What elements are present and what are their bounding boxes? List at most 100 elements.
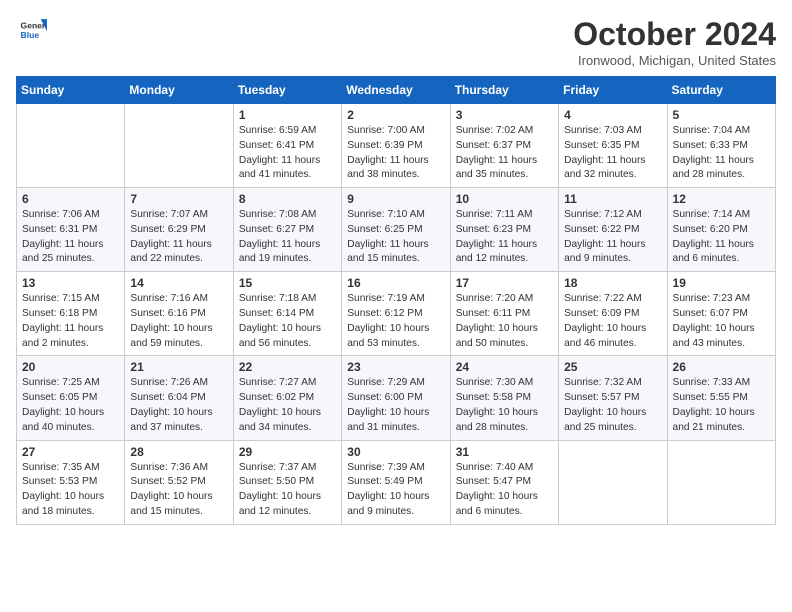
daylight: Daylight: 10 hours and 28 minutes. (456, 407, 538, 433)
calendar-week-1: 1Sunrise: 6:59 AMSunset: 6:41 PMDaylight… (17, 104, 776, 188)
daylight: Daylight: 10 hours and 53 minutes. (347, 323, 429, 349)
day-number: 21 (130, 360, 227, 374)
calendar-cell: 13 Sunrise: 7:15 AMSunset: 6:18 PMDayligh… (17, 272, 125, 356)
sunrise: Sunrise: 7:26 AM (130, 377, 208, 388)
calendar-cell: 25Sunrise: 7:32 AMSunset: 5:57 PMDayligh… (559, 356, 667, 440)
day-number: 26 (673, 360, 770, 374)
sunrise: Sunrise: 7:39 AM (347, 462, 425, 473)
calendar-cell: 10Sunrise: 7:11 AMSunset: 6:23 PMDayligh… (450, 188, 558, 272)
day-info: Sunrise: 7:35 AMSunset: 5:53 PMDaylight:… (22, 461, 119, 520)
weekday-tuesday: Tuesday (233, 77, 341, 104)
daylight: Daylight: 11 hours and 12 minutes. (456, 239, 537, 265)
calendar-cell: 2Sunrise: 7:00 AMSunset: 6:39 PMDaylight… (342, 104, 450, 188)
calendar-cell: 31Sunrise: 7:40 AMSunset: 5:47 PMDayligh… (450, 440, 558, 524)
day-number: 13 (22, 276, 119, 290)
sunrise: Sunrise: 7:29 AM (347, 377, 425, 388)
calendar-cell: 9Sunrise: 7:10 AMSunset: 6:25 PMDaylight… (342, 188, 450, 272)
sunrise: Sunrise: 7:11 AM (456, 209, 533, 220)
calendar-week-3: 13 Sunrise: 7:15 AMSunset: 6:18 PMDayligh… (17, 272, 776, 356)
daylight: Daylight: 11 hours and 25 minutes. (22, 239, 103, 265)
sunrise: Sunrise: 6:59 AM (239, 125, 317, 136)
weekday-thursday: Thursday (450, 77, 558, 104)
sunrise: Sunrise: 7:32 AM (564, 377, 642, 388)
sunset: Sunset: 6:22 PM (564, 224, 639, 235)
day-info: Sunrise: 7:18 AMSunset: 6:14 PMDaylight:… (239, 292, 336, 351)
day-info: Sunrise: 7:39 AMSunset: 5:49 PMDaylight:… (347, 461, 444, 520)
calendar-cell: 27Sunrise: 7:35 AMSunset: 5:53 PMDayligh… (17, 440, 125, 524)
weekday-sunday: Sunday (17, 77, 125, 104)
day-number: 16 (347, 276, 444, 290)
day-info: Sunrise: 7:30 AM Sunset: 5:58 PM Daylight:… (456, 376, 553, 435)
sunset: Sunset: 6:05 PM (22, 392, 97, 403)
day-info: Sunrise: 7:33 AMSunset: 5:55 PMDaylight:… (673, 376, 770, 435)
sunrise: Sunrise: 7:10 AM (347, 209, 425, 220)
day-number: 3 (456, 108, 553, 122)
day-number: 6 (22, 192, 119, 206)
day-number: 22 (239, 360, 336, 374)
day-info: Sunrise: 7:16 AMSunset: 6:16 PMDaylight:… (130, 292, 227, 351)
sunrise: Sunrise: 7:07 AM (130, 209, 208, 220)
daylight: Daylight: 10 hours and 43 minutes. (673, 323, 755, 349)
sunset: Sunset: 6:02 PM (239, 392, 314, 403)
sunset: Sunset: 6:11 PM (456, 308, 531, 319)
calendar-cell: 19 Sunrise: 7:23 AMSunset: 6:07 PMDayligh… (667, 272, 775, 356)
weekday-friday: Friday (559, 77, 667, 104)
sunrise: Sunrise: 7:36 AM (130, 462, 208, 473)
location: Ironwood, Michigan, United States (573, 53, 776, 68)
daylight: Daylight: 11 hours and 2 minutes. (22, 323, 103, 349)
day-info: Sunrise: 7:02 AMSunset: 6:37 PMDaylight:… (456, 124, 553, 183)
day-info: Sunrise: 7:20 AMSunset: 6:11 PMDaylight:… (456, 292, 553, 351)
calendar-cell: 22 Sunrise: 7:27 AM Sunset: 6:02 PM Dayligh… (233, 356, 341, 440)
sunset: Sunset: 6:41 PM (239, 140, 314, 151)
calendar-cell: 17Sunrise: 7:20 AMSunset: 6:11 PMDayligh… (450, 272, 558, 356)
calendar-cell (17, 104, 125, 188)
calendar-cell: 16 Sunrise: 7:19 AMSunset: 6:12 PMDayligh… (342, 272, 450, 356)
sunset: Sunset: 5:58 PM (456, 392, 531, 403)
logo-icon: General Blue (19, 16, 47, 44)
header: General Blue October 2024 Ironwood, Mich… (16, 16, 776, 68)
day-number: 17 (456, 276, 553, 290)
weekday-header-row: SundayMondayTuesdayWednesdayThursdayFrid… (17, 77, 776, 104)
sunrise: Sunrise: 7:19 AM (347, 293, 425, 304)
sunrise: Sunrise: 7:20 AM (456, 293, 534, 304)
day-info: Sunrise: 7:14 AMSunset: 6:20 PMDaylight:… (673, 208, 770, 267)
daylight: Daylight: 11 hours and 6 minutes. (673, 239, 754, 265)
calendar-cell: 18Sunrise: 7:22 AMSunset: 6:09 PMDayligh… (559, 272, 667, 356)
day-number: 19 (673, 276, 770, 290)
daylight: Daylight: 10 hours and 59 minutes. (130, 323, 212, 349)
sunrise: Sunrise: 7:00 AM (347, 125, 425, 136)
sunrise: Sunrise: 7:06 AM (22, 209, 100, 220)
day-number: 12 (673, 192, 770, 206)
daylight: Daylight: 11 hours and 28 minutes. (673, 155, 754, 181)
day-info: Sunrise: 6:59 AMSunset: 6:41 PMDaylight:… (239, 124, 336, 183)
calendar-cell: 4 Sunrise: 7:03 AMSunset: 6:35 PMDaylight… (559, 104, 667, 188)
daylight: Daylight: 10 hours and 34 minutes. (239, 407, 321, 433)
day-info: Sunrise: 7:15 AMSunset: 6:18 PMDaylight:… (22, 292, 119, 351)
sunrise: Sunrise: 7:30 AM (456, 377, 534, 388)
day-info: Sunrise: 7:00 AMSunset: 6:39 PMDaylight:… (347, 124, 444, 183)
daylight: Daylight: 11 hours and 15 minutes. (347, 239, 428, 265)
day-number: 27 (22, 445, 119, 459)
day-number: 8 (239, 192, 336, 206)
sunrise: Sunrise: 7:08 AM (239, 209, 317, 220)
sunset: Sunset: 6:35 PM (564, 140, 639, 151)
day-number: 20 (22, 360, 119, 374)
sunset: Sunset: 5:53 PM (22, 476, 97, 487)
day-number: 4 (564, 108, 661, 122)
sunset: Sunset: 6:09 PM (564, 308, 639, 319)
sunrise: Sunrise: 7:27 AM (239, 377, 317, 388)
day-number: 29 (239, 445, 336, 459)
weekday-wednesday: Wednesday (342, 77, 450, 104)
day-info: Sunrise: 7:07 AMSunset: 6:29 PMDaylight:… (130, 208, 227, 267)
day-info: Sunrise: 7:03 AMSunset: 6:35 PMDaylight:… (564, 124, 661, 183)
daylight: Daylight: 10 hours and 46 minutes. (564, 323, 646, 349)
day-info: Sunrise: 7:23 AMSunset: 6:07 PMDaylight:… (673, 292, 770, 351)
sunrise: Sunrise: 7:15 AM (22, 293, 100, 304)
day-info: Sunrise: 7:19 AMSunset: 6:12 PMDaylight:… (347, 292, 444, 351)
daylight: Daylight: 10 hours and 56 minutes. (239, 323, 321, 349)
daylight: Daylight: 11 hours and 38 minutes. (347, 155, 428, 181)
sunrise: Sunrise: 7:35 AM (22, 462, 100, 473)
daylight: Daylight: 11 hours and 9 minutes. (564, 239, 645, 265)
calendar-cell: 26 Sunrise: 7:33 AMSunset: 5:55 PMDayligh… (667, 356, 775, 440)
day-info: Sunrise: 7:11 AMSunset: 6:23 PMDaylight:… (456, 208, 553, 267)
